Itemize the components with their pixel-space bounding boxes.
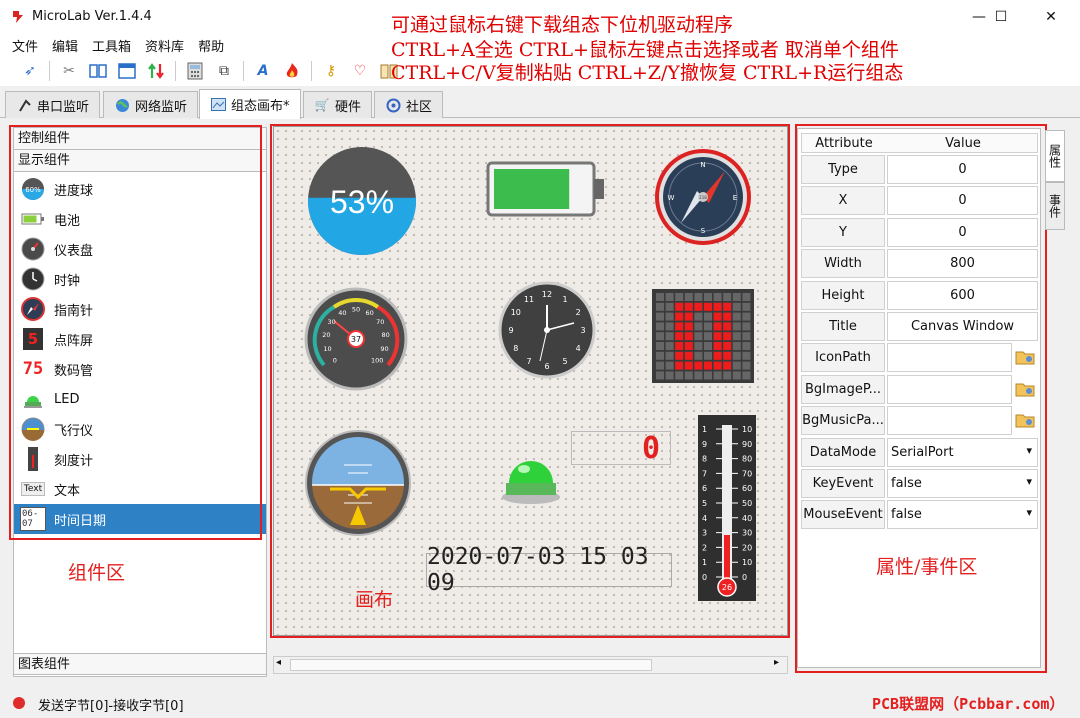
fire-icon[interactable] bbox=[282, 61, 302, 81]
disconnect-icon[interactable]: ✂ bbox=[59, 61, 79, 81]
window-icon[interactable] bbox=[117, 61, 137, 81]
status-indicator-icon bbox=[13, 697, 25, 709]
close-button[interactable]: ✕ bbox=[1028, 0, 1074, 34]
overlay-tip-download: 可通过鼠标右键下载组态下位机驱动程序 bbox=[391, 10, 733, 37]
tab-label: 串口监听 bbox=[37, 96, 89, 115]
property-area-highlight bbox=[795, 124, 1047, 673]
tab-hardware[interactable]: 🛒 硬件 bbox=[303, 91, 372, 118]
tab-label: 网络监听 bbox=[135, 96, 187, 115]
tab-bar: 串口监听 网络监听 组态画布* 🛒 硬件 社区 bbox=[0, 88, 1080, 118]
watermark: PCB联盟网（Pcbbar.com） bbox=[872, 693, 1064, 714]
tab-label: 组态画布* bbox=[231, 95, 290, 114]
menu-library[interactable]: 资料库 bbox=[145, 36, 184, 55]
component-area-highlight bbox=[9, 125, 262, 540]
section-chart-components[interactable]: 图表组件 bbox=[14, 653, 266, 675]
menu-toolbox[interactable]: 工具箱 bbox=[92, 36, 131, 55]
tab-label: 社区 bbox=[406, 96, 432, 115]
network-icon[interactable]: ⧉ bbox=[214, 61, 234, 81]
columns-icon[interactable] bbox=[88, 61, 108, 81]
toolbar-divider bbox=[175, 61, 176, 81]
globe-icon bbox=[114, 97, 130, 113]
key-icon[interactable]: ⚷ bbox=[321, 61, 341, 81]
cart-icon: 🛒 bbox=[314, 97, 330, 113]
tab-community[interactable]: 社区 bbox=[374, 91, 443, 118]
toolbar-divider bbox=[243, 61, 244, 81]
calculator-icon[interactable] bbox=[185, 61, 205, 81]
heart-icon[interactable]: ♡ bbox=[350, 61, 370, 81]
app-logo-icon bbox=[10, 9, 26, 25]
menu-edit[interactable]: 编辑 bbox=[52, 36, 78, 55]
scroll-right-icon[interactable]: ▸ bbox=[774, 657, 779, 668]
font-icon[interactable]: A bbox=[253, 61, 273, 81]
toolbar-divider bbox=[311, 61, 312, 81]
canvas-tab-icon bbox=[210, 97, 226, 113]
tab-config-canvas[interactable]: 组态画布* bbox=[199, 89, 301, 119]
menu-help[interactable]: 帮助 bbox=[198, 36, 224, 55]
transfer-icon[interactable] bbox=[146, 61, 166, 81]
overlay-tip-shortcuts: CTRL+C/V复制粘贴 CTRL+Z/Y撤恢复 CTRL+R运行组态 bbox=[391, 58, 903, 85]
scrollbar-thumb[interactable] bbox=[290, 659, 652, 671]
maximize-button[interactable]: ☐ bbox=[978, 0, 1024, 34]
byte-counter: 发送字节[0]-接收字节[0] bbox=[38, 695, 184, 714]
tab-label: 硬件 bbox=[335, 96, 361, 115]
status-bar: 发送字节[0]-接收字节[0] PCB联盟网（Pcbbar.com） bbox=[0, 690, 1080, 718]
canvas-horizontal-scrollbar[interactable]: ◂ ▸ bbox=[273, 656, 788, 674]
community-icon bbox=[385, 97, 401, 113]
serial-tab-icon bbox=[16, 97, 32, 113]
annotation-component-area: 组件区 bbox=[68, 558, 125, 585]
tab-events[interactable]: 事件 bbox=[1045, 182, 1065, 230]
scroll-left-icon[interactable]: ◂ bbox=[276, 657, 281, 668]
tab-serial-monitor[interactable]: 串口监听 bbox=[5, 91, 100, 118]
connect-icon[interactable]: ➶ bbox=[20, 61, 40, 81]
menu-file[interactable]: 文件 bbox=[12, 36, 38, 55]
tab-network-monitor[interactable]: 网络监听 bbox=[103, 91, 198, 118]
tab-properties[interactable]: 属性 bbox=[1045, 130, 1065, 182]
annotation-canvas: 画布 bbox=[355, 585, 393, 612]
toolbar-divider bbox=[49, 61, 50, 81]
annotation-property-area: 属性/事件区 bbox=[876, 552, 977, 579]
window-title: MicroLab Ver.1.4.4 bbox=[32, 9, 152, 24]
canvas-area-highlight bbox=[270, 124, 790, 638]
